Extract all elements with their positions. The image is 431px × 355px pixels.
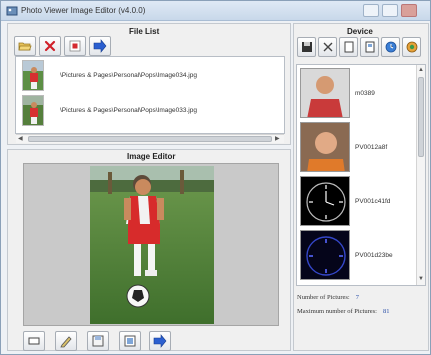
save-image-button[interactable] [87, 331, 109, 351]
scroll-thumb[interactable] [28, 136, 272, 142]
close-button[interactable] [401, 4, 417, 17]
file-thumbnail [22, 60, 44, 91]
image-canvas[interactable] [23, 163, 279, 326]
file-row[interactable]: \Pictures & Pages\Personal\Pops\Image033… [22, 95, 277, 127]
scroll-up-icon[interactable]: ▲ [418, 67, 424, 73]
file-list-scrollbar[interactable]: ◀ ▶ [16, 134, 284, 143]
device-thumbnail [300, 176, 350, 226]
new-page-icon [344, 41, 354, 53]
scroll-thumb[interactable] [418, 77, 424, 157]
floppy-icon [302, 42, 312, 52]
device-thumbnail [300, 68, 350, 118]
blue-arrow-icon [153, 334, 167, 348]
export-image-button[interactable] [119, 331, 141, 351]
device-item-name: m0389 [355, 90, 375, 97]
color-wheel-icon [406, 41, 418, 53]
device-thumbnail [300, 122, 350, 172]
device-list-scrollbar[interactable]: ▲ ▼ [416, 65, 425, 285]
rectangle-icon [28, 337, 40, 345]
number-of-pictures-value: 7 [355, 294, 359, 301]
file-row[interactable]: \Pictures & Pages\Personal\Pops\Image034… [22, 60, 277, 92]
pen-button[interactable] [55, 331, 77, 351]
folder-open-icon [18, 42, 32, 51]
device-item-name: PV0012a8f [355, 144, 388, 151]
device-clock-button[interactable] [381, 37, 400, 57]
file-path: \Pictures & Pages\Personal\Pops\Image034… [60, 72, 197, 79]
pencil-icon [60, 336, 72, 348]
scroll-down-icon[interactable]: ▼ [418, 276, 424, 282]
red-x-icon [44, 40, 56, 52]
device-thumbnail [300, 230, 350, 280]
send-files-button[interactable] [89, 36, 111, 56]
save-icon [92, 335, 104, 347]
x-icon [323, 42, 333, 52]
number-of-pictures-label: Number of Pictures: [297, 294, 350, 301]
title-bar: Photo Viewer Image Editor (v4.0.0) [1, 1, 430, 21]
device-new-button[interactable] [339, 37, 358, 57]
device-list-item[interactable]: PV001c41fd [300, 176, 420, 226]
crop-button[interactable] [23, 331, 45, 351]
device-title: Device [347, 27, 373, 36]
device-item-name: PV001d23be [355, 252, 393, 259]
image-editor-title: Image Editor [127, 152, 176, 161]
stop-button[interactable] [64, 36, 86, 56]
export-icon [124, 335, 136, 347]
blue-arrow-icon [93, 39, 107, 53]
document-icon [365, 41, 375, 53]
max-pictures-label: Maximum number of Pictures: [297, 308, 377, 315]
device-list-item[interactable]: PV0012a8f [300, 122, 420, 172]
device-list-item[interactable]: m0389 [300, 68, 420, 118]
max-pictures-value: 81 [382, 308, 390, 315]
file-list[interactable]: \Pictures & Pages\Personal\Pops\Image034… [15, 56, 285, 134]
scroll-left-icon[interactable]: ◀ [18, 136, 23, 142]
edited-photo [90, 166, 214, 324]
scroll-right-icon[interactable]: ▶ [275, 136, 280, 142]
app-icon [6, 6, 18, 16]
send-image-button[interactable] [149, 331, 171, 351]
device-list-item[interactable]: PV001d23be [300, 230, 420, 280]
max-pictures: Maximum number of Pictures: 81 [297, 308, 389, 315]
delete-file-button[interactable] [39, 36, 61, 56]
number-of-pictures: Number of Pictures: 7 [297, 294, 359, 301]
device-document-button[interactable] [360, 37, 379, 57]
clock-icon [385, 41, 397, 53]
device-picture-list[interactable]: m0389 PV0012a8f PV001c41fd PV001d23be ▲ … [296, 64, 426, 286]
device-color-button[interactable] [402, 37, 421, 57]
window-title: Photo Viewer Image Editor (v4.0.0) [21, 6, 146, 15]
file-thumbnail [22, 95, 44, 126]
device-item-name: PV001c41fd [355, 198, 391, 205]
stop-icon [69, 40, 81, 52]
open-folder-button[interactable] [14, 36, 36, 56]
maximize-button[interactable] [382, 4, 398, 17]
app-window: Photo Viewer Image Editor (v4.0.0) File … [0, 0, 431, 355]
device-delete-button[interactable] [318, 37, 337, 57]
file-path: \Pictures & Pages\Personal\Pops\Image033… [60, 107, 197, 114]
minimize-button[interactable] [363, 4, 379, 17]
file-list-title: File List [129, 27, 160, 36]
device-save-button[interactable] [297, 37, 316, 57]
